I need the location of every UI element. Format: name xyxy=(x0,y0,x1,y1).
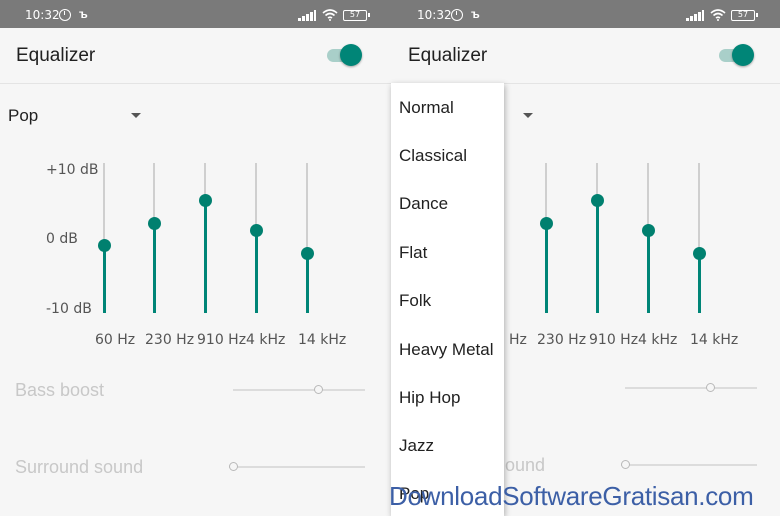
menu-item-dance[interactable]: Dance xyxy=(399,194,448,214)
bass-boost-slider[interactable] xyxy=(625,383,757,393)
equalizer-toggle[interactable] xyxy=(719,44,755,66)
surround-sound-slider[interactable] xyxy=(229,462,365,472)
menu-item-heavy-metal[interactable]: Heavy Metal xyxy=(399,340,493,360)
status-bar: 10:32 ъ 57 xyxy=(392,0,780,28)
band-label-partial: Hz xyxy=(509,332,527,348)
battery-icon: 57 xyxy=(731,10,758,21)
equalizer-toggle[interactable] xyxy=(327,44,363,66)
eq-band-knob[interactable] xyxy=(300,246,314,260)
battery-icon: 57 xyxy=(343,10,370,21)
eq-band-fill xyxy=(305,253,309,313)
eq-band-fill xyxy=(203,200,207,313)
surround-sound-label-partial: ound xyxy=(505,455,546,475)
preset-selector[interactable]: Pop xyxy=(8,106,38,126)
menu-item-normal[interactable]: Normal xyxy=(399,98,454,118)
slider-thumb[interactable] xyxy=(229,462,238,471)
eq-band-knob[interactable] xyxy=(97,239,111,252)
eq-band-fill xyxy=(646,230,650,313)
band-label: 14 kHz xyxy=(690,332,739,348)
menu-item-flat[interactable]: Flat xyxy=(399,243,427,263)
band-label: 230 Hz xyxy=(145,332,195,348)
eq-band-fill xyxy=(595,200,599,313)
band-label: 910 Hz xyxy=(197,332,247,348)
signal-icon xyxy=(686,10,704,21)
dropdown-arrow-icon[interactable] xyxy=(523,113,533,118)
equalizer-screen-left: 10:32 ъ 57 Equalizer Pop +10 dB 0 dB -10… xyxy=(0,0,392,516)
band-label: 14 kHz xyxy=(298,332,347,348)
watermark-text: DownloadSoftwareGratisan.com xyxy=(389,481,754,511)
menu-item-classical[interactable]: Classical xyxy=(399,146,467,166)
band-label: 4 kHz xyxy=(246,332,286,348)
band-label: 910 Hz xyxy=(589,332,639,348)
db-mid-label: 0 dB xyxy=(46,231,78,247)
eq-band-fill xyxy=(152,223,156,313)
eq-band-fill xyxy=(254,230,258,313)
surround-sound-slider[interactable] xyxy=(621,460,757,470)
preset-dropdown-menu: Normal Classical Dance Flat Folk Heavy M… xyxy=(391,83,504,516)
notification-icon: ъ xyxy=(79,7,88,21)
page-title: Equalizer xyxy=(16,45,96,66)
slider-thumb[interactable] xyxy=(621,460,630,469)
menu-item-jazz[interactable]: Jazz xyxy=(399,436,434,456)
slider-track xyxy=(229,466,365,468)
band-label: 230 Hz xyxy=(537,332,587,348)
slider-thumb[interactable] xyxy=(314,385,324,394)
signal-icon xyxy=(298,10,316,21)
dropdown-arrow-icon[interactable] xyxy=(131,113,141,118)
eq-band-knob[interactable] xyxy=(198,194,212,207)
toggle-thumb xyxy=(340,44,362,66)
eq-band-fill xyxy=(697,253,701,313)
eq-band-knob[interactable] xyxy=(641,224,655,237)
wifi-icon xyxy=(322,9,338,21)
app-bar: Equalizer xyxy=(0,28,392,84)
eq-band-knob[interactable] xyxy=(590,194,604,207)
alarm-icon xyxy=(59,9,71,21)
status-time: 10:32 xyxy=(25,8,60,22)
band-label: 60 Hz xyxy=(95,332,136,348)
eq-band-knob[interactable] xyxy=(147,216,161,230)
bass-boost-slider[interactable] xyxy=(233,385,365,395)
eq-band-knob[interactable] xyxy=(692,246,706,260)
toggle-thumb xyxy=(732,44,754,66)
status-time: 10:32 xyxy=(417,8,452,22)
slider-track xyxy=(625,387,757,389)
eq-band-knob[interactable] xyxy=(539,216,553,230)
app-bar: Equalizer xyxy=(392,28,780,84)
slider-track xyxy=(621,464,757,466)
menu-item-hip-hop[interactable]: Hip Hop xyxy=(399,388,460,408)
page-title: Equalizer xyxy=(408,45,488,66)
db-min-label: -10 dB xyxy=(46,301,92,317)
slider-thumb[interactable] xyxy=(706,383,716,392)
bass-boost-label: Bass boost xyxy=(15,380,105,400)
eq-band-fill xyxy=(544,223,548,313)
notification-icon: ъ xyxy=(471,7,480,21)
surround-sound-label: Surround sound xyxy=(15,457,144,477)
slider-track xyxy=(233,389,365,391)
eq-band-fill xyxy=(102,245,106,313)
status-bar: 10:32 ъ 57 xyxy=(0,0,392,28)
db-max-label: +10 dB xyxy=(46,162,99,178)
menu-item-folk[interactable]: Folk xyxy=(399,291,431,311)
wifi-icon xyxy=(710,9,726,21)
eq-band-knob[interactable] xyxy=(249,224,263,237)
band-label: 4 kHz xyxy=(638,332,678,348)
alarm-icon xyxy=(451,9,463,21)
